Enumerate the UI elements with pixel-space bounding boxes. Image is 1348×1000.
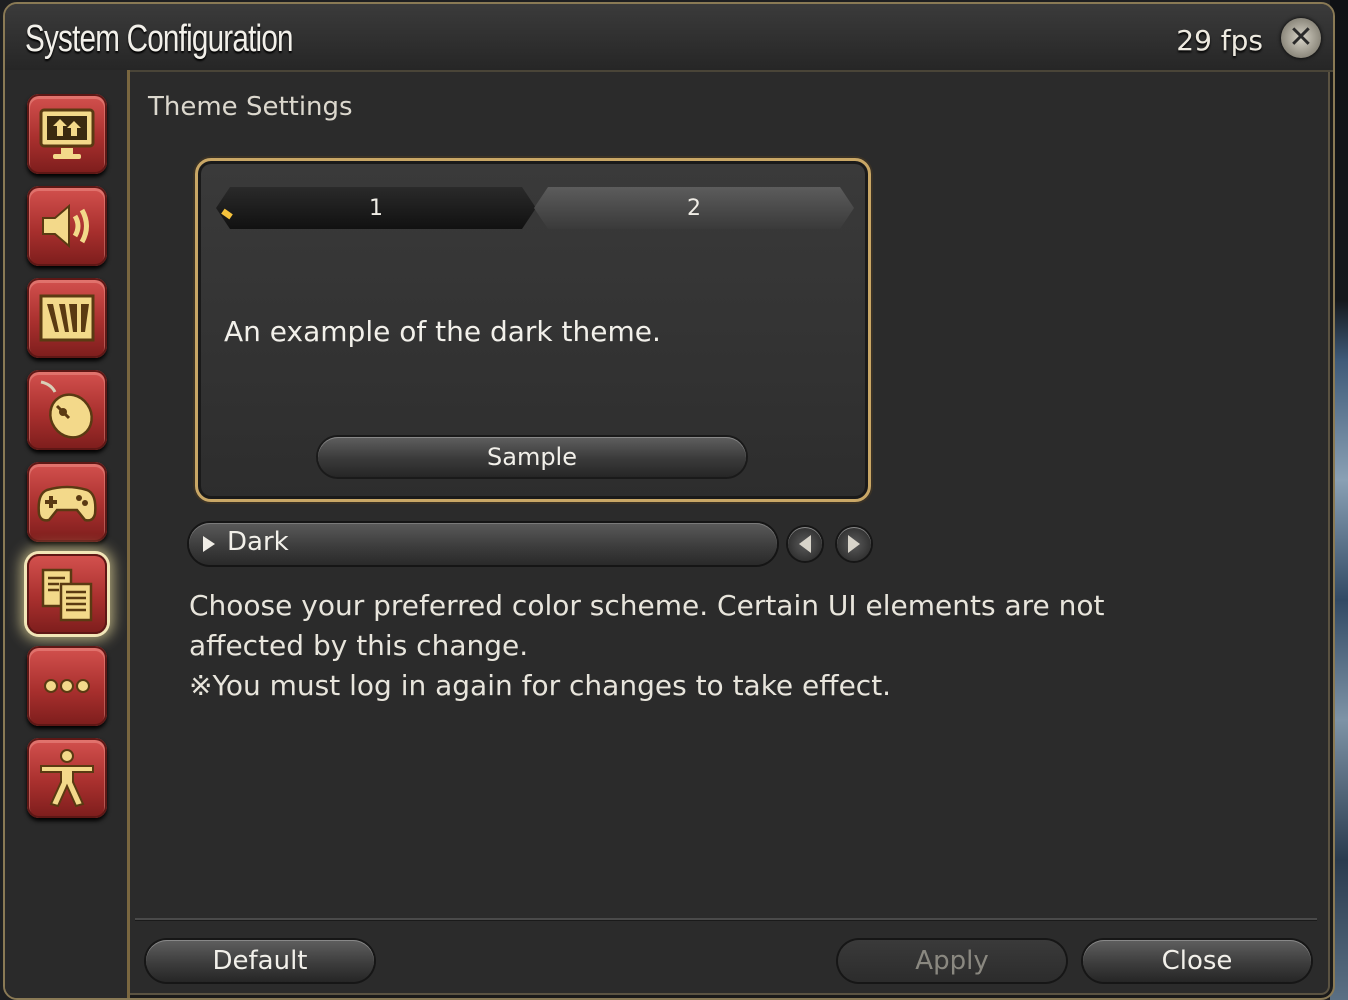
sidebar-item-display[interactable]	[27, 94, 107, 174]
sidebar-item-graphics[interactable]	[27, 278, 107, 358]
preview-tab-2[interactable]: 2	[534, 187, 854, 229]
gamepad-settings-icon	[37, 485, 97, 522]
sidebar-item-mouse[interactable]	[27, 370, 107, 450]
preview-tab-2-label: 2	[687, 195, 701, 221]
preview-tab-1-label: 1	[369, 195, 383, 221]
section-title: Theme Settings	[148, 92, 353, 122]
sidebar-item-theme[interactable]	[27, 554, 107, 634]
apply-button[interactable]: Apply	[838, 940, 1066, 982]
sound-settings-icon	[42, 203, 89, 249]
previous-theme-button[interactable]	[788, 527, 822, 561]
close-x-icon[interactable]: ✕	[1281, 18, 1321, 58]
settings-sidebar	[5, 70, 130, 998]
window-title: System Configuration	[25, 18, 294, 60]
description-line-1: Choose your preferred color scheme. Cert…	[189, 589, 1105, 622]
theme-dropdown-value: Dark	[227, 527, 289, 557]
theme-dropdown[interactable]: Dark	[189, 523, 777, 565]
preview-example-text: An example of the dark theme.	[224, 315, 661, 348]
title-bar[interactable]: System Configuration 29 fps ✕	[5, 4, 1333, 72]
description-line-2: affected by this change.	[189, 629, 529, 662]
accessibility-icon	[40, 749, 94, 808]
chevron-left-icon	[799, 535, 811, 553]
fps-counter: 29 fps	[1176, 24, 1263, 57]
theme-settings-icon	[41, 568, 93, 622]
sidebar-item-accessibility[interactable]	[27, 738, 107, 818]
next-theme-button[interactable]	[837, 527, 871, 561]
sidebar-item-gamepad[interactable]	[27, 462, 107, 542]
mouse-settings-icon	[40, 380, 93, 439]
footer-divider	[135, 918, 1317, 921]
sample-button[interactable]: Sample	[318, 437, 746, 477]
close-button[interactable]: Close	[1083, 940, 1311, 982]
display-settings-icon	[39, 108, 95, 159]
graphics-settings-icon	[39, 294, 95, 342]
other-settings-icon	[44, 679, 90, 693]
theme-description: Choose your preferred color scheme. Cert…	[189, 586, 1189, 706]
dropdown-arrow-icon	[203, 536, 215, 552]
theme-preview: 1 2 An example of the dark theme. Sample	[195, 158, 871, 502]
sidebar-item-sound[interactable]	[27, 186, 107, 266]
preview-tab-1[interactable]: 1	[216, 187, 536, 229]
system-configuration-window: System Configuration 29 fps ✕ Theme Sett…	[3, 2, 1335, 1000]
description-line-3: ※You must log in again for changes to ta…	[189, 669, 892, 702]
sidebar-item-other[interactable]	[27, 646, 107, 726]
default-button[interactable]: Default	[146, 940, 374, 982]
chevron-right-icon	[848, 535, 860, 553]
